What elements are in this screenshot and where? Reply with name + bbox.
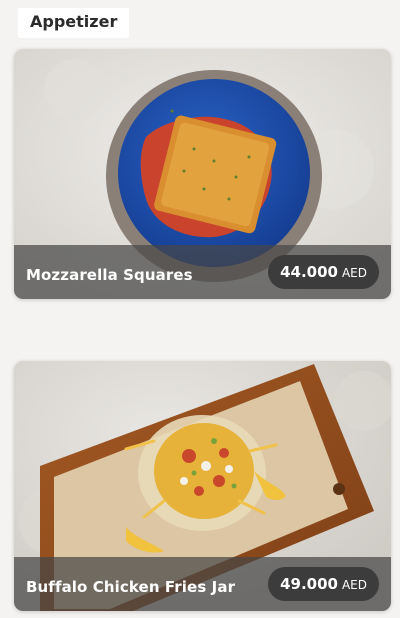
item-name: Mozzarella Squares [26,266,193,284]
section-title: Appetizer [30,12,118,31]
price-currency: AED [341,266,367,280]
price-badge: 44.000 AED [268,255,379,289]
price-currency: AED [341,578,367,592]
section-header: Appetizer [18,8,130,38]
price-badge: 49.000 AED [268,567,379,601]
price-amount: 49.000 [280,575,338,593]
price-amount: 44.000 [280,263,338,281]
item-name: Buffalo Chicken Fries Jar [26,578,236,596]
menu-item-card[interactable]: Buffalo Chicken Fries Jar 49.000 AED [14,361,391,611]
menu-item-card[interactable]: Mozzarella Squares 44.000 AED [14,49,391,299]
